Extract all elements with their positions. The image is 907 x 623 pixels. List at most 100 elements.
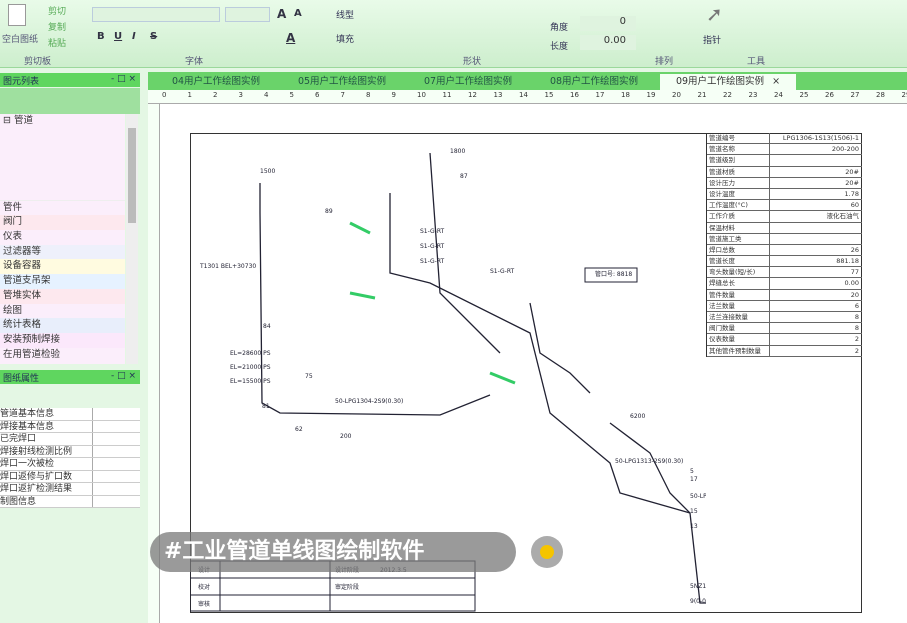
underline-button[interactable]: U xyxy=(114,31,122,42)
drawing-label: 50-LPG1305-2S9(0.30) xyxy=(690,493,706,500)
pipe-table-label: 仪表数量 xyxy=(707,334,770,345)
tree-item[interactable]: 管道支吊架 xyxy=(0,274,125,289)
font-size-select[interactable] xyxy=(225,7,270,22)
tree-item[interactable]: 安装预制焊接 xyxy=(0,332,125,348)
drawing-label: 6200 xyxy=(630,413,645,420)
pipe-table-label: 法兰连接数量 xyxy=(707,312,770,323)
tree-item[interactable]: 在用管道检验 xyxy=(0,347,125,363)
drawing-label: 81 xyxy=(262,403,270,410)
font-family-select[interactable] xyxy=(92,7,220,22)
panel-window-controls[interactable]: - □ × xyxy=(111,371,136,381)
tab-document[interactable]: 05用户工作绘图实例 xyxy=(282,74,402,90)
pipe-table-row: 保温材料 xyxy=(707,222,862,234)
drawing-label: 89 xyxy=(325,208,333,215)
tab-close-icon[interactable]: × xyxy=(772,76,780,87)
angle-label: 角度 xyxy=(550,23,569,33)
pointer-icon[interactable]: ➚ xyxy=(706,2,723,26)
pipe-table-label: 工作温度(°C) xyxy=(707,200,770,211)
ruler-tick-label: 29 xyxy=(901,91,907,99)
title-block-cell: 审定阶段 xyxy=(335,583,359,591)
pipe-line xyxy=(429,152,501,354)
pipe-table-label: 管道材质 xyxy=(707,166,770,177)
length-input[interactable]: 0.00 xyxy=(580,35,636,50)
tab-document[interactable]: 09用户工作绘图实例 × xyxy=(660,74,796,90)
pipe-table-label: 管道级别 xyxy=(707,155,770,166)
cut-button[interactable]: 剪切 xyxy=(48,4,66,17)
drawing-label: 5NZ1G xyxy=(690,583,706,590)
pipe-table-value: 8 xyxy=(854,313,859,321)
pipe-table-row: 管道级别 xyxy=(707,155,862,167)
props-row[interactable]: 焊接基本信息 xyxy=(0,420,140,433)
drawing-label: EL=28600 PS xyxy=(230,350,271,357)
ruler-tick-label: 21 xyxy=(697,91,707,99)
fill-button[interactable]: 填充 xyxy=(336,32,354,45)
title-block-cell: 校对 xyxy=(198,583,210,591)
drawing-label: 87 xyxy=(460,173,468,180)
shrink-font-button[interactable]: A xyxy=(294,8,302,19)
props-row-label: 焊口返修与扩口数 xyxy=(0,470,93,482)
tree-item[interactable]: 设备容器 xyxy=(0,259,125,275)
pipe-table-row: 设计温度 1.78 xyxy=(707,188,862,201)
pipe-table-row: 设计压力 20# xyxy=(707,177,862,189)
props-row[interactable]: 焊口一次被检 xyxy=(0,458,140,471)
bold-button[interactable]: B xyxy=(97,31,105,42)
props-row[interactable]: 焊口返扩检测结果 xyxy=(0,483,140,496)
pipe-table-value xyxy=(770,155,862,165)
drawing-label: 15 xyxy=(690,508,698,515)
ruler-tick-label: 0 xyxy=(162,91,167,99)
ruler-tick-label: 6 xyxy=(315,91,320,99)
pipe-table-row: 管道编号 LPG1306-1S13(1506)-1 xyxy=(707,133,862,145)
tab-document[interactable]: 08用户工作绘图实例 xyxy=(534,74,654,90)
ruler-tick-label: 25 xyxy=(799,91,809,99)
tree-item[interactable]: 统计表格 xyxy=(0,318,125,333)
tree-item[interactable]: 阀门 xyxy=(0,215,125,231)
pipe-table-value xyxy=(770,234,862,244)
strike-button[interactable]: S xyxy=(150,31,157,42)
element-tree-scrollbar[interactable] xyxy=(126,114,138,364)
angle-input[interactable]: 0 xyxy=(580,16,636,31)
props-row[interactable]: 焊接射线检测比例 xyxy=(0,445,140,458)
copy-button[interactable]: 复制 xyxy=(48,20,66,33)
tab-document[interactable]: 04用户工作绘图实例 xyxy=(156,74,276,90)
paste-button[interactable]: 粘贴 xyxy=(48,36,66,49)
line-style-button[interactable]: 线型 xyxy=(336,8,354,21)
tree-item[interactable]: 管件 xyxy=(0,200,125,216)
element-panel-toolbar xyxy=(0,88,140,114)
ruler-tick-label: 13 xyxy=(493,91,503,99)
tree-item[interactable]: 管堆实体 xyxy=(0,288,125,304)
props-row[interactable]: 制图信息 xyxy=(0,495,140,508)
font-color-button[interactable]: A xyxy=(286,31,295,45)
pipe-symbol-palette[interactable] xyxy=(0,128,125,201)
shape-group-label: 形状 xyxy=(463,57,482,67)
tree-root[interactable]: ⊟ 管道 xyxy=(0,114,125,129)
clipboard-group-label: 剪切板 xyxy=(24,57,52,67)
drawing-label: 9(0-01/09 xyxy=(690,598,706,605)
pipe-table-row: 阀门数量 8 xyxy=(707,323,862,335)
tree-item[interactable]: 绘图 xyxy=(0,303,125,319)
pipe-table-row: 工作温度(°C) 60 xyxy=(707,200,862,212)
new-blank-icon[interactable] xyxy=(8,4,26,26)
pipe-table-row: 仪表数量 2 xyxy=(707,334,862,346)
tools-group-label: 工具 xyxy=(747,57,766,67)
tree-item[interactable]: 仪表 xyxy=(0,230,125,245)
pipe-table-value: 液化石油气 xyxy=(826,212,860,221)
ruler-tick-label: 18 xyxy=(621,91,630,99)
props-row[interactable]: 焊口返修与扩口数 xyxy=(0,470,140,483)
new-blank-button[interactable]: 空白图纸 xyxy=(2,32,38,45)
props-row[interactable]: 管道基本信息 xyxy=(0,408,140,421)
italic-button[interactable]: I xyxy=(132,31,136,42)
ruler-tick-label: 17 xyxy=(595,91,605,99)
props-row[interactable]: 已完焊口 xyxy=(0,433,140,446)
ruler-tick-label: 14 xyxy=(519,91,528,99)
tab-document[interactable]: 07用户工作绘图实例 xyxy=(408,74,528,90)
tree-item[interactable]: 过滤器等 xyxy=(0,244,125,260)
drawing-label: 1500 xyxy=(260,168,275,175)
grow-font-button[interactable]: A xyxy=(277,7,286,21)
pointer-button[interactable]: 指针 xyxy=(703,33,721,46)
pipe-table-value: 1.78 xyxy=(844,189,859,198)
drawing-label: EL=21000 PS xyxy=(230,364,271,371)
ruler-tick-label: 5 xyxy=(289,91,294,99)
ruler-tick-label: 24 xyxy=(774,91,783,99)
pipe-table-label: 设计温度 xyxy=(707,188,770,200)
panel-window-controls[interactable]: - □ × xyxy=(111,74,136,84)
